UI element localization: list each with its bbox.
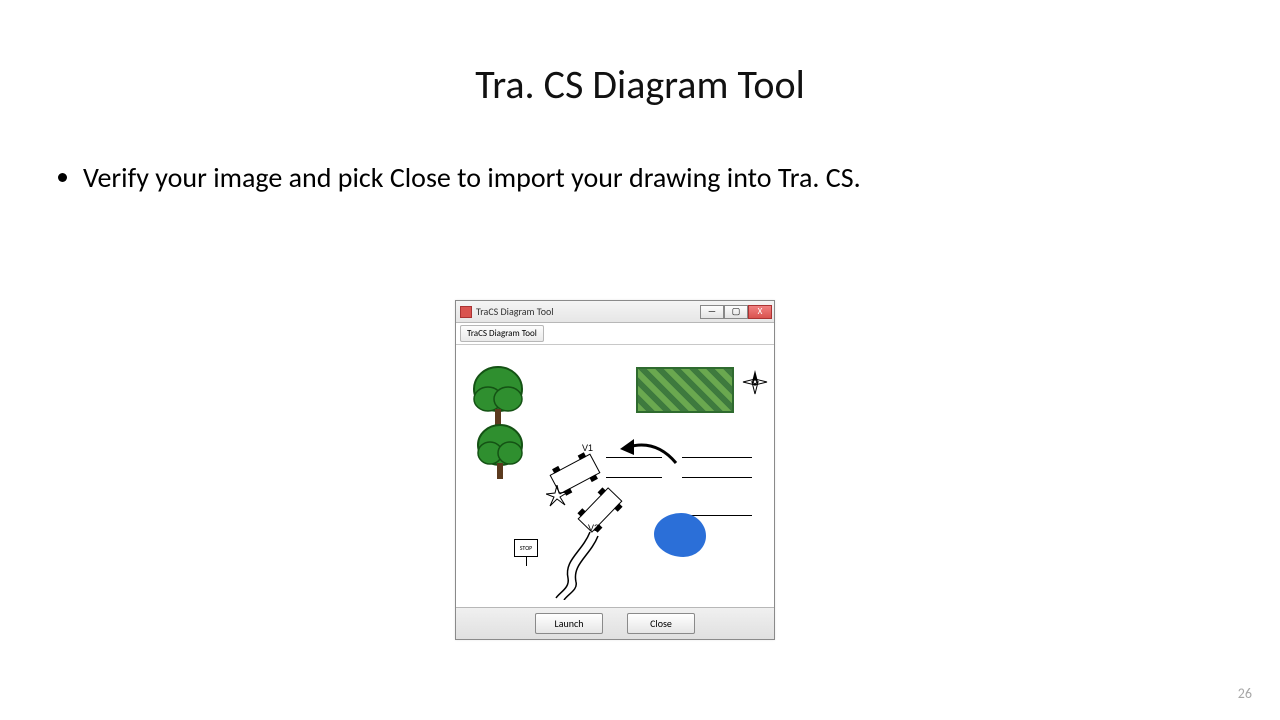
compass-icon (742, 369, 768, 395)
window-title: TraCS Diagram Tool (476, 305, 696, 318)
close-bottom-button[interactable]: Close (627, 613, 695, 634)
window-titlebar: TraCS Diagram Tool — ▢ X (456, 301, 774, 323)
page-title: Tra. CS Diagram Tool (0, 60, 1280, 109)
diagram-canvas[interactable]: V1 V2 (456, 345, 774, 607)
slide: Tra. CS Diagram Tool Verify your image a… (0, 0, 1280, 720)
window-controls: — ▢ X (700, 305, 772, 319)
maximize-button[interactable]: ▢ (724, 305, 748, 319)
minimize-button[interactable]: — (700, 305, 724, 319)
road-line (682, 457, 752, 458)
sign-label: STOP (520, 544, 533, 552)
sign-icon: STOP (514, 539, 538, 557)
bushes-icon (636, 367, 734, 413)
road-line (682, 477, 752, 478)
close-button[interactable]: X (748, 305, 772, 319)
window-bottom-bar: Launch Close (456, 607, 774, 639)
page-number: 26 (1238, 685, 1252, 702)
water-icon (654, 513, 706, 557)
launch-button[interactable]: Launch (535, 613, 603, 634)
impact-icon (546, 485, 568, 512)
path-arrow-icon (616, 433, 686, 478)
tree-icon (474, 423, 526, 489)
bullet-item: Verify your image and pick Close to impo… (83, 160, 1160, 195)
app-icon (460, 306, 472, 318)
window-toolbar: TraCS Diagram Tool (456, 323, 774, 345)
vehicle-icon (578, 487, 623, 533)
toolbar-button[interactable]: TraCS Diagram Tool (460, 325, 544, 342)
bullet-list: Verify your image and pick Close to impo… (55, 160, 1160, 195)
skid-path-icon (546, 530, 616, 605)
sign-post (526, 556, 527, 566)
app-window: TraCS Diagram Tool — ▢ X TraCS Diagram T… (455, 300, 775, 640)
